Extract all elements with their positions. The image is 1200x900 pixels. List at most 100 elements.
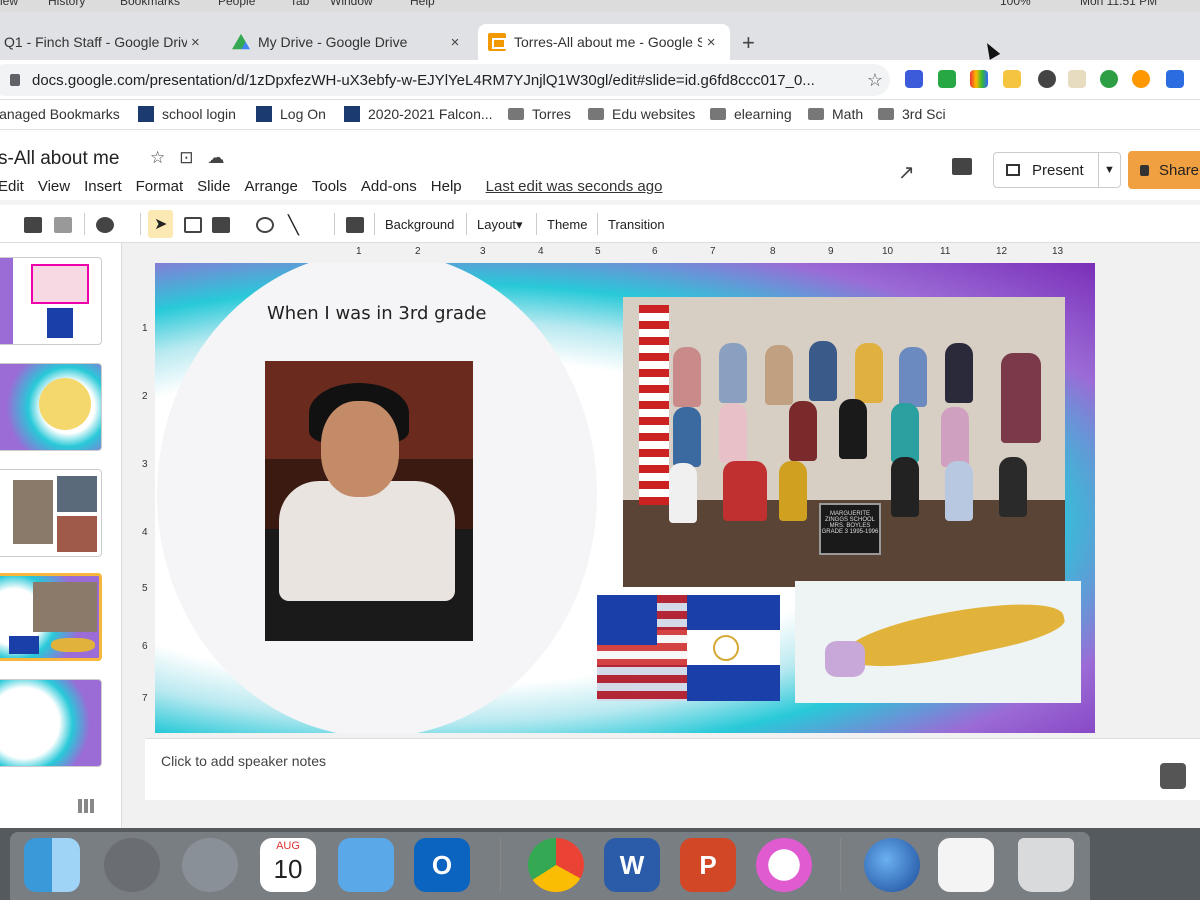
- print-icon[interactable]: [24, 215, 42, 235]
- finder-icon[interactable]: [24, 838, 80, 892]
- bookmark-school-login[interactable]: school login: [138, 106, 236, 122]
- extension-icon[interactable]: [1132, 70, 1150, 88]
- slide-heading[interactable]: When I was in 3rd grade: [267, 303, 486, 324]
- menu-edit[interactable]: Edit: [0, 178, 24, 195]
- extension-icon[interactable]: [905, 70, 923, 88]
- bookmark-folder-elearning[interactable]: elearning: [710, 106, 792, 122]
- menu-tab[interactable]: Tab: [290, 0, 309, 8]
- speaker-notes[interactable]: Click to add speaker notes: [145, 738, 1200, 800]
- close-icon[interactable]: ×: [187, 34, 204, 51]
- bookmark-falcon[interactable]: 2020-2021 Falcon...: [344, 106, 493, 122]
- ruler-tick: 7: [142, 693, 148, 704]
- share-button[interactable]: Share: [1128, 151, 1200, 189]
- menu-history[interactable]: History: [48, 0, 85, 8]
- slide-thumbnail-4[interactable]: [0, 573, 102, 661]
- text-box-icon[interactable]: [184, 215, 202, 235]
- menu-tools[interactable]: Tools: [312, 178, 347, 195]
- menu-help[interactable]: Help: [431, 178, 462, 195]
- shape-icon[interactable]: [256, 215, 274, 235]
- new-tab-button[interactable]: +: [742, 30, 755, 56]
- launchpad-icon[interactable]: [182, 838, 238, 892]
- bookmark-folder-edu[interactable]: Edu websites: [588, 106, 695, 122]
- explore-icon[interactable]: [1160, 763, 1186, 789]
- present-button[interactable]: Present ▼: [993, 152, 1121, 188]
- last-edit-link[interactable]: Last edit was seconds ago: [486, 178, 663, 195]
- itunes-icon[interactable]: [756, 838, 812, 892]
- extension-icon[interactable]: [970, 70, 988, 88]
- keynote-icon[interactable]: [338, 838, 394, 892]
- close-icon[interactable]: ×: [446, 34, 464, 51]
- photo-detail: [809, 341, 837, 401]
- us-el-salvador-flags-image[interactable]: [597, 595, 780, 701]
- menu-people[interactable]: People: [218, 0, 255, 8]
- select-cursor-icon[interactable]: ➤: [148, 210, 174, 238]
- star-icon[interactable]: ☆: [150, 148, 165, 168]
- add-comment-icon[interactable]: [346, 215, 364, 235]
- menu-help[interactable]: Help: [410, 0, 435, 8]
- grid-view-icon[interactable]: [78, 799, 94, 813]
- extension-icon[interactable]: [1038, 70, 1056, 88]
- comments-icon[interactable]: [952, 158, 972, 175]
- slide-thumbnail-1[interactable]: [0, 257, 102, 345]
- outlook-icon[interactable]: O: [414, 838, 470, 892]
- extension-icon[interactable]: [1003, 70, 1021, 88]
- folder-icon: [710, 108, 726, 120]
- image-icon[interactable]: [212, 215, 230, 235]
- menu-add-ons[interactable]: Add-ons: [361, 178, 417, 195]
- transition-button[interactable]: Transition: [608, 217, 665, 232]
- bookmark-star-icon[interactable]: ☆: [860, 70, 890, 91]
- bookmark-managed[interactable]: lanaged Bookmarks: [0, 106, 120, 122]
- extension-icon[interactable]: [1100, 70, 1118, 88]
- extension-icon[interactable]: [938, 70, 956, 88]
- system-preferences-icon[interactable]: [104, 838, 160, 892]
- menu-window[interactable]: Window: [330, 0, 373, 8]
- slide-thumbnail-3[interactable]: [0, 469, 102, 557]
- tab-torres-all-about-me[interactable]: Torres-All about me - Google S ×: [478, 24, 730, 60]
- activity-trend-icon[interactable]: ↗: [898, 160, 915, 185]
- close-icon[interactable]: ×: [702, 34, 720, 51]
- trash-icon[interactable]: [1018, 838, 1074, 892]
- calendar-icon[interactable]: AUG 10: [260, 838, 316, 892]
- menu-insert[interactable]: Insert: [84, 178, 122, 195]
- background-button[interactable]: Background: [385, 217, 454, 232]
- address-bar[interactable]: docs.google.com/presentation/d/1zDpxfezW…: [0, 64, 890, 96]
- theme-button[interactable]: Theme: [547, 217, 587, 232]
- student-portrait-photo[interactable]: [265, 361, 473, 641]
- lock-icon[interactable]: [10, 74, 20, 86]
- chrome-icon[interactable]: [528, 838, 584, 892]
- tab-finch-staff[interactable]: Q1 - Finch Staff - Google Drive ×: [0, 24, 214, 60]
- menu-view[interactable]: View: [38, 178, 70, 195]
- menu-format[interactable]: Format: [136, 178, 184, 195]
- extension-icon[interactable]: [1068, 70, 1086, 88]
- menu-bookmarks[interactable]: Bookmarks: [120, 0, 180, 8]
- document-title[interactable]: s-All about me: [0, 148, 119, 170]
- slide-thumbnail-5[interactable]: [0, 679, 102, 767]
- menu-view[interactable]: iew: [0, 0, 18, 8]
- tab-my-drive[interactable]: My Drive - Google Drive ×: [222, 24, 474, 60]
- bookmark-log-on[interactable]: Log On: [256, 106, 326, 122]
- bookmark-folder-torres[interactable]: Torres: [508, 106, 571, 122]
- powerpoint-icon[interactable]: P: [680, 838, 736, 892]
- class-photo[interactable]: MARGUERITE ZINGGS SCHOOL MRS. BOYLES GRA…: [623, 297, 1065, 587]
- bookmark-folder-math[interactable]: Math: [808, 106, 863, 122]
- word-icon[interactable]: W: [604, 838, 660, 892]
- layout-button[interactable]: Layout▾: [477, 217, 523, 233]
- bookmark-folder-3rd-sci[interactable]: 3rd Sci: [878, 106, 946, 122]
- menu-slide[interactable]: Slide: [197, 178, 230, 195]
- chrome-tab-preview-icon[interactable]: [938, 838, 994, 892]
- docs-header: s-All about me ☆ ⊡ ☁ Edit View Insert Fo…: [0, 130, 1200, 200]
- chevron-down-icon[interactable]: ▼: [1098, 153, 1120, 187]
- slide-filmstrip[interactable]: [0, 243, 122, 828]
- globe-icon[interactable]: [864, 838, 920, 892]
- move-folder-icon[interactable]: ⊡: [179, 148, 193, 168]
- paint-format-icon[interactable]: [54, 215, 72, 235]
- slide-thumbnail-2[interactable]: [0, 363, 102, 451]
- extension-icon[interactable]: [1166, 70, 1184, 88]
- long-island-map-image[interactable]: [795, 581, 1081, 703]
- line-icon[interactable]: ╲: [288, 215, 299, 235]
- slide-canvas[interactable]: When I was in 3rd grade MARGUERITE ZINGG…: [155, 263, 1095, 733]
- cloud-status-icon[interactable]: ☁: [208, 148, 225, 168]
- tab-label: Torres-All about me - Google S: [514, 34, 703, 50]
- menu-arrange[interactable]: Arrange: [245, 178, 298, 195]
- zoom-icon[interactable]: [96, 215, 114, 235]
